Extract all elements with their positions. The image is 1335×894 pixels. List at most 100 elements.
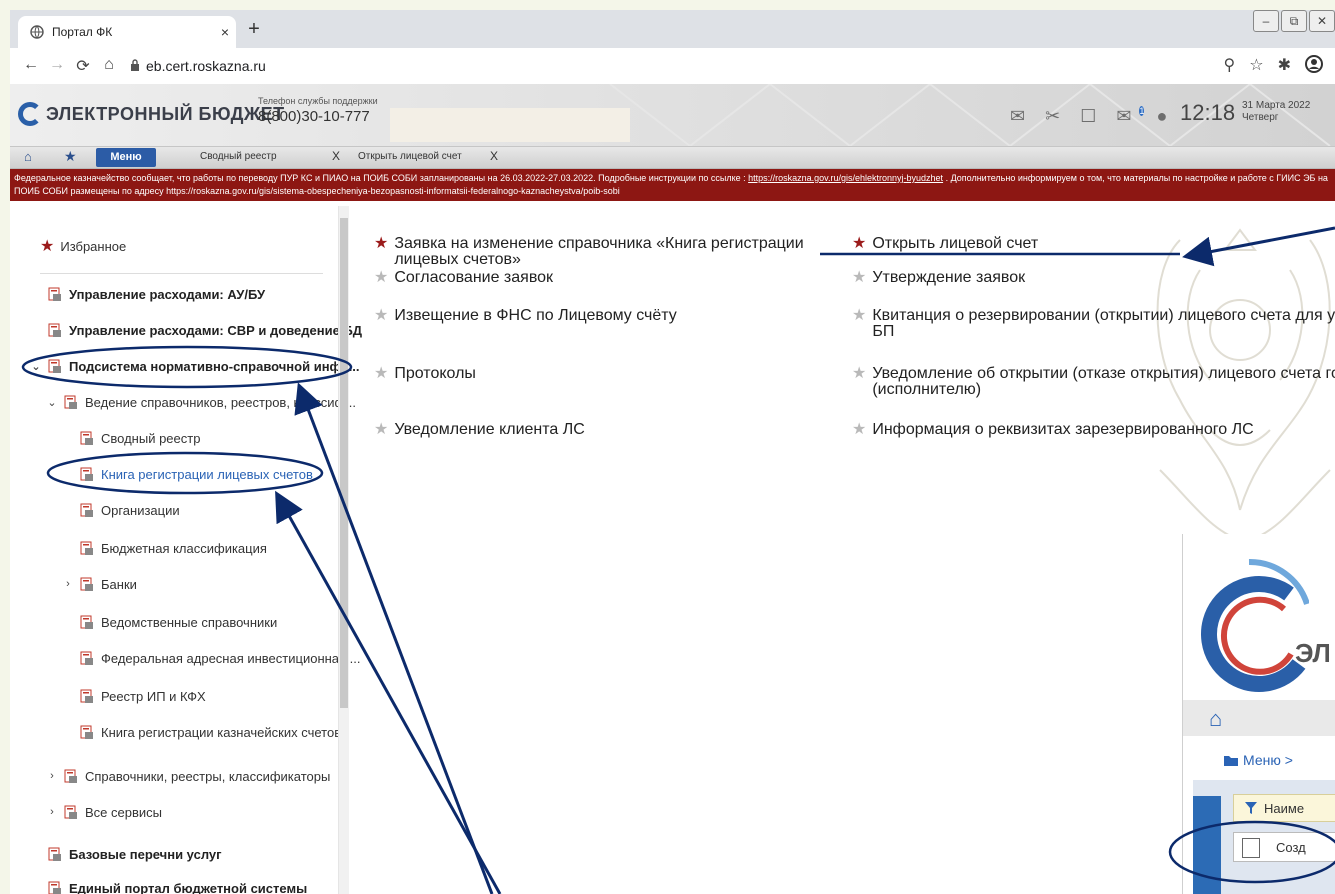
tools-icon[interactable]: ✂	[1045, 106, 1060, 127]
sidebar-item-base-lists[interactable]: Базовые перечни услуг	[48, 844, 222, 864]
register-icon	[48, 359, 61, 373]
sidebar-item-svr[interactable]: Управление расходами: СВР и доведение БД	[48, 320, 362, 340]
user-icon[interactable]: ●	[1156, 106, 1167, 127]
register-icon	[80, 725, 93, 739]
main-item-uvedomlenie-otkrytie[interactable]: ★ Уведомление об открытии (отказе открыт…	[852, 366, 1335, 398]
forward-arrow-icon[interactable]: →	[46, 56, 68, 74]
sidebar-item-label: Книга регистрации казначейских счетов	[101, 724, 342, 740]
main-item-zayavka-kniga[interactable]: ★ Заявка на изменение справочника «Книга…	[374, 236, 834, 268]
favorite-star-icon: ★	[374, 235, 389, 252]
chevron-right-icon: ›	[50, 770, 54, 782]
sidebar-item-vedomstvennye[interactable]: Ведомственные справочники	[80, 612, 277, 632]
tab-close-icon[interactable]: X	[490, 149, 498, 163]
sidebar-favorites[interactable]: ★ Избранное	[40, 236, 126, 256]
inset-home-bar: ⌂	[1183, 700, 1335, 736]
sidebar-item-label: Все сервисы	[85, 804, 162, 820]
sidebar-item-kniga-ls[interactable]: Книга регистрации лицевых счетов	[80, 464, 313, 484]
globe-icon	[30, 25, 44, 39]
profile-icon[interactable]	[1305, 55, 1323, 78]
bookmark-star-icon[interactable]: ☆	[1249, 55, 1263, 78]
star-outline-icon: ★	[374, 365, 389, 382]
main-item-label-line2: БП	[872, 323, 895, 340]
annotation-arrow-nsi	[294, 382, 494, 894]
url-text: eb.cert.roskazna.ru	[146, 58, 266, 74]
main-item-kvitanciya[interactable]: ★ Квитанция о резервировании (открытии) …	[852, 308, 1335, 340]
browser-tab[interactable]: Портал ФК ×	[18, 16, 236, 48]
favorites-star-icon[interactable]: ★	[64, 148, 77, 165]
sidebar-item-portal[interactable]: Единый портал бюджетной системы	[48, 878, 307, 894]
register-icon	[48, 323, 61, 337]
main-item-utverzhdenie[interactable]: ★ Утверждение заявок	[852, 270, 1025, 286]
folder-icon	[1224, 755, 1238, 766]
main-item-open-account[interactable]: ★ Открыть лицевой счет	[852, 236, 1038, 252]
main-item-protokoly[interactable]: ★ Протоколы	[374, 366, 476, 382]
home-icon[interactable]: ⌂	[24, 149, 32, 164]
main-item-label: Извещение в ФНС по Лицевому счёту	[394, 307, 677, 324]
tab-svodny-reestr[interactable]: Сводный реестр	[200, 151, 277, 162]
inset-breadcrumb[interactable]: Меню >	[1223, 752, 1293, 768]
chevron-right-icon: ›	[50, 806, 54, 818]
mail-icon[interactable]: ✉	[1010, 106, 1025, 127]
inset-logo-text: ЭЛ	[1295, 638, 1331, 668]
url-field[interactable]: eb.cert.roskazna.ru	[130, 54, 1210, 78]
sidebar-item-nsi[interactable]: ⌄ Подсистема нормативно-справочной инфо.…	[30, 356, 359, 376]
sidebar-item-kniga-ks[interactable]: Книга регистрации казначейских счетов	[80, 722, 341, 742]
tab-close-icon[interactable]: ×	[214, 24, 236, 40]
chevron-down-icon: ⌄	[47, 396, 57, 409]
register-icon	[80, 651, 93, 665]
home-icon[interactable]: ⌂	[98, 56, 120, 74]
support-phone: 8(800)30-10-777	[258, 108, 370, 125]
sidebar-scrollbar[interactable]	[338, 206, 349, 894]
zoom-icon[interactable]: ⚲	[1224, 55, 1236, 78]
messages-icon[interactable]: ✉ 1	[1116, 106, 1145, 127]
menu-button[interactable]: Меню	[96, 148, 156, 167]
reload-icon[interactable]: ⟳	[72, 56, 94, 76]
main-item-izveschenie-fns[interactable]: ★ Извещение в ФНС по Лицевому счёту	[374, 308, 677, 324]
sidebar-item-svodny[interactable]: Сводный реестр	[80, 428, 200, 448]
register-icon	[80, 541, 93, 555]
filter-icon	[1245, 802, 1257, 814]
register-icon	[48, 847, 61, 861]
main-item-label: Информация о реквизитах зарезервированно…	[872, 421, 1254, 438]
date-text: 31 Марта 2022	[1242, 100, 1311, 111]
weekday-text: Четверг	[1242, 112, 1279, 123]
scrollbar-thumb[interactable]	[340, 218, 348, 708]
sidebar-item-spravochniki[interactable]: › Справочники, реестры, классификаторы	[46, 766, 330, 786]
main-item-uvedomlenie-klienta[interactable]: ★ Уведомление клиента ЛС	[374, 422, 585, 438]
new-tab-button[interactable]: +	[242, 18, 266, 41]
sidebar-item-faip[interactable]: Федеральная адресная инвестиционная ...	[80, 648, 361, 668]
register-icon	[80, 431, 93, 445]
minimize-button[interactable]: –	[1253, 10, 1279, 32]
sidebar-item-label: Реестр ИП и КФХ	[101, 688, 206, 704]
tab-close-icon[interactable]: X	[332, 149, 340, 163]
sidebar-item-organizations[interactable]: Организации	[80, 500, 180, 520]
header-toolbar: ✉ ✂ ☐ ✉ 1 ●	[1010, 106, 1167, 127]
inset-create-button[interactable]: Созд	[1233, 832, 1335, 862]
main-item-rekvizity[interactable]: ★ Информация о реквизитах зарезервирован…	[852, 422, 1254, 438]
tab-open-account[interactable]: Открыть лицевой счет	[358, 151, 462, 162]
register-icon	[48, 287, 61, 301]
main-item-soglasovanie[interactable]: ★ Согласование заявок	[374, 270, 553, 286]
register-icon	[80, 503, 93, 517]
back-arrow-icon[interactable]: ←	[20, 56, 42, 74]
sidebar-item-label: Банки	[101, 576, 137, 592]
main-item-label: Согласование заявок	[394, 269, 554, 286]
sidebar-item-au-bu[interactable]: Управление расходами: АУ/БУ	[48, 284, 265, 304]
sidebar-item-all-services[interactable]: › Все сервисы	[46, 802, 162, 822]
restore-button[interactable]: ⧉	[1281, 10, 1307, 32]
close-window-button[interactable]: ✕	[1309, 10, 1335, 32]
brand-logo[interactable]: ЭЛЕКТРОННЫЙ БЮДЖЕТ	[18, 102, 285, 126]
sidebar-item-label: Единый портал бюджетной системы	[69, 880, 308, 894]
sidebar-item-budget-class[interactable]: Бюджетная классификация	[80, 538, 267, 558]
sidebar-item-vedenie[interactable]: ⌄ Ведение справочников, реестров, класси…	[46, 392, 356, 412]
extensions-icon[interactable]: ✱	[1278, 55, 1291, 78]
sidebar-item-banks[interactable]: › Банки	[62, 574, 137, 594]
edit-icon[interactable]: ☐	[1080, 106, 1096, 127]
inset-filter-row[interactable]: Наиме	[1233, 794, 1335, 822]
home-icon[interactable]: ⌂	[1209, 706, 1222, 732]
sidebar-item-reestr-ip[interactable]: Реестр ИП и КФХ	[80, 686, 206, 706]
messages-badge: 1	[1139, 106, 1145, 116]
main-item-label: Открыть лицевой счет	[872, 235, 1039, 252]
star-outline-icon: ★	[852, 365, 867, 382]
notice-link[interactable]: https://roskazna.gov.ru/gis/ehlektronnyj…	[748, 173, 943, 183]
